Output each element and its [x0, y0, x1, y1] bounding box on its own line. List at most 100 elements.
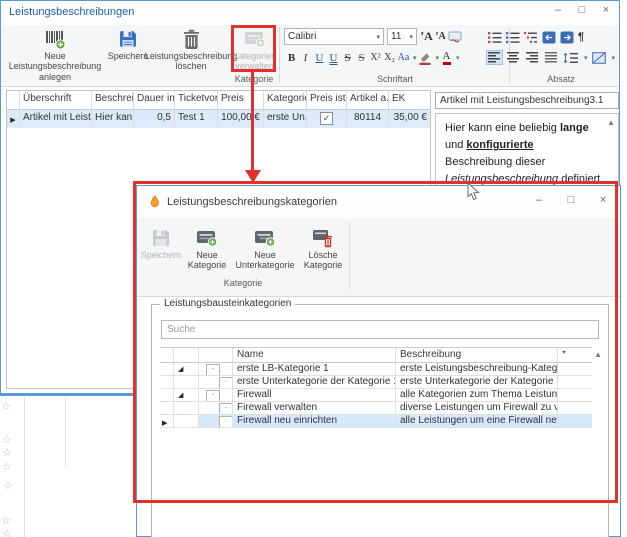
table-row[interactable]: · Firewall verwalten diverse Leistungen …	[160, 402, 592, 415]
cell-beschreibung[interactable]: erste Leistungsbeschreibung-Kategorie 1	[396, 363, 558, 376]
cell-ueberschrift[interactable]: Artikel mit Leist...	[20, 110, 92, 128]
row-button-cell[interactable]: ·	[199, 415, 233, 428]
row-options-button[interactable]: ·	[206, 390, 220, 402]
neue-unterkategorie-button[interactable]: Neue Unterkategorie	[232, 226, 298, 271]
row-options-button[interactable]: ·	[219, 377, 233, 389]
favorite-star-icon[interactable]: ☆	[2, 446, 12, 459]
shrink-font-button[interactable]: ʼA	[434, 29, 447, 45]
row-options-button[interactable]: ·	[219, 416, 233, 428]
column-header[interactable]: Preis	[218, 91, 264, 110]
cell-beschreibung[interactable]: alle Leistungen um eine Firewall neu ein…	[396, 415, 558, 428]
favorite-star-icon[interactable]: ☆	[2, 527, 12, 537]
cell-beschreibung[interactable]: Hier kan...	[92, 110, 134, 128]
column-header[interactable]: EK	[389, 91, 430, 110]
cell-star[interactable]	[558, 376, 592, 389]
tree-expander[interactable]	[174, 376, 199, 389]
align-right-button[interactable]	[525, 51, 540, 64]
close-button[interactable]: ×	[596, 194, 610, 206]
chevron-down-icon[interactable]: ▾	[612, 54, 616, 62]
row-options-button[interactable]: ·	[219, 403, 233, 415]
clear-formatting-icon[interactable]	[448, 29, 462, 45]
neue-kategorie-button[interactable]: Neue Kategorie	[184, 226, 230, 271]
cell-star[interactable]	[558, 402, 592, 415]
favorite-star-icon[interactable]: ☆	[2, 433, 12, 446]
cell-name[interactable]: Firewall verwalten	[233, 402, 396, 415]
font-size-combobox[interactable]: 11 ▾	[387, 28, 417, 45]
cell-preis-ist-checkbox[interactable]: ✓	[307, 110, 347, 128]
column-header[interactable]: Beschrei...	[92, 91, 134, 110]
tree-expander[interactable]	[174, 415, 199, 428]
cell-beschreibung[interactable]: erste Unterkategorie der Kategorie 1 - B…	[396, 376, 558, 389]
close-button[interactable]: ×	[599, 4, 613, 16]
numbered-list-icon[interactable]	[506, 31, 520, 44]
text-highlight-color-button[interactable]	[418, 50, 433, 66]
tree-expander[interactable]: ◢	[174, 389, 199, 402]
favorite-star-icon[interactable]: ☆	[2, 460, 12, 473]
column-header[interactable]: Überschrift	[20, 91, 92, 110]
favorite-star-icon[interactable]: ☆	[1, 400, 11, 413]
save-button[interactable]: Speichern	[108, 27, 148, 61]
scroll-up-icon[interactable]: ▲	[594, 350, 602, 359]
chevron-down-icon[interactable]: ▾	[584, 54, 588, 62]
cell-ticketvorlage[interactable]: Test 1	[175, 110, 218, 128]
table-row[interactable]: ◢ · erste LB-Kategorie 1 erste Leistungs…	[160, 363, 592, 376]
detail-title-input[interactable]	[435, 92, 619, 109]
cell-name[interactable]: Firewall neu einrichten	[233, 415, 396, 428]
italic-button[interactable]: I	[299, 50, 312, 66]
column-header[interactable]: Preis ist i...	[307, 91, 347, 110]
justify-button[interactable]	[544, 51, 559, 64]
row-options-button[interactable]: ·	[206, 364, 220, 376]
column-header[interactable]: Ticketvor...	[175, 91, 218, 110]
line-spacing-button[interactable]	[563, 52, 578, 64]
superscript-button[interactable]: X²	[369, 50, 382, 66]
favorite-star-icon[interactable]: ☆	[3, 479, 13, 492]
bold-button[interactable]: B	[285, 50, 298, 66]
table-row[interactable]: · erste Unterkategorie der Kategorie 1 e…	[160, 376, 592, 389]
strikethrough-button[interactable]: S	[341, 50, 354, 66]
pilcrow-icon[interactable]: ¶	[578, 31, 584, 43]
chevron-down-icon[interactable]: ▾	[413, 54, 417, 62]
decrease-indent-icon[interactable]	[542, 31, 556, 44]
cell-star[interactable]	[558, 415, 592, 428]
checkbox-checked-icon[interactable]: ✓	[320, 112, 333, 125]
align-left-button[interactable]	[487, 51, 502, 64]
row-button-cell[interactable]: ·	[199, 402, 233, 415]
bullet-list-icon[interactable]	[488, 31, 502, 44]
chevron-down-icon[interactable]: ▾	[436, 54, 440, 62]
cell-star[interactable]	[558, 389, 592, 402]
cell-beschreibung[interactable]: diverse Leistungen um Firewall zu verwal…	[396, 402, 558, 415]
tree-expander[interactable]: ◢	[174, 363, 199, 376]
table-row[interactable]: ▶ Artikel mit Leist... Hier kan... 0,5 T…	[7, 110, 430, 128]
align-center-button[interactable]	[506, 51, 521, 64]
cell-dauer[interactable]: 0,5	[134, 110, 175, 128]
new-leistungsbeschreibung-button[interactable]: Neue Leistungsbeschreibung anlegen	[3, 27, 107, 82]
cell-name[interactable]: erste Unterkategorie der Kategorie 1	[233, 376, 396, 389]
column-header[interactable]: Name	[233, 347, 396, 363]
double-strikethrough-button[interactable]: S	[355, 50, 368, 66]
cell-ek[interactable]: 35,00 €	[389, 110, 430, 128]
font-family-combobox[interactable]: Calibri ▾	[284, 28, 384, 45]
maximize-button[interactable]: □	[564, 194, 578, 206]
chevron-down-icon[interactable]: ▾	[456, 54, 460, 62]
cell-preis[interactable]: 100,00 €	[218, 110, 264, 128]
search-input[interactable]	[161, 320, 599, 339]
row-button-cell[interactable]: ·	[199, 389, 233, 402]
multilevel-list-icon[interactable]	[524, 31, 538, 44]
subscript-button[interactable]: X₂	[383, 50, 396, 66]
shading-icon[interactable]	[592, 52, 606, 64]
change-case-button[interactable]: Aa	[397, 50, 410, 66]
table-row[interactable]: ◢ · Firewall alle Kategorien zum Thema L…	[160, 389, 592, 402]
column-header[interactable]: Kategorie	[264, 91, 307, 110]
font-color-button[interactable]: A	[443, 51, 451, 65]
cell-beschreibung[interactable]: alle Kategorien zum Thema Leistungsbaust…	[396, 389, 558, 402]
row-button-cell[interactable]: ·	[199, 376, 233, 389]
minimize-button[interactable]: –	[551, 4, 565, 16]
column-header[interactable]: *	[558, 347, 592, 363]
cell-star[interactable]	[558, 363, 592, 376]
tree-expander[interactable]	[174, 402, 199, 415]
column-header[interactable]: Beschreibung	[396, 347, 558, 363]
delete-leistungsbeschreibung-button[interactable]: Leistungsbeschreibung löschen	[149, 27, 233, 72]
cell-kategorie[interactable]: erste Un...	[264, 110, 307, 128]
favorite-star-icon[interactable]: ☆	[1, 514, 11, 527]
increase-indent-icon[interactable]	[560, 31, 574, 44]
